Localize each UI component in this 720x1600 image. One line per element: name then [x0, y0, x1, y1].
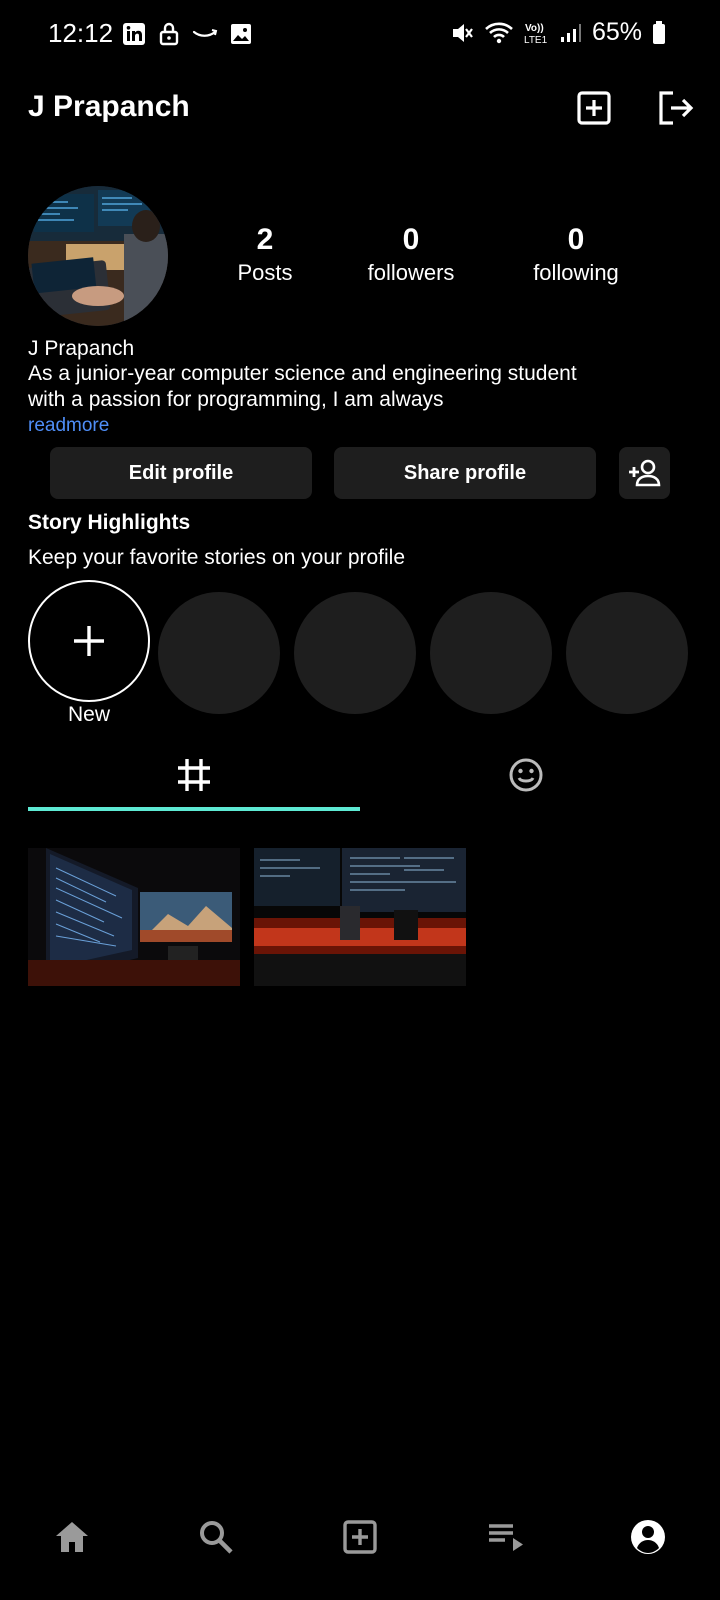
mute-icon — [452, 23, 473, 42]
nav-home[interactable] — [50, 1515, 94, 1559]
posts-label: Posts — [237, 260, 293, 285]
linkedin-icon — [123, 23, 145, 45]
nav-add[interactable] — [338, 1515, 382, 1559]
logout-button[interactable] — [656, 88, 696, 128]
tab-indicator — [28, 807, 360, 811]
status-time: 12:12 — [48, 18, 114, 48]
logout-icon — [659, 91, 694, 125]
add-post-button[interactable] — [574, 88, 614, 128]
post-thumbnail[interactable] — [254, 848, 466, 986]
status-left-icons — [122, 22, 252, 46]
followers-label: followers — [367, 260, 455, 285]
page-title: J Prapanch — [28, 90, 190, 123]
battery-text: 65% — [591, 18, 642, 46]
tagged-emoji-icon — [509, 758, 543, 792]
following-stat[interactable]: 0 following — [516, 222, 636, 288]
following-count: 0 — [567, 223, 585, 256]
share-profile-button[interactable]: Share profile — [334, 447, 596, 499]
home-icon — [56, 1522, 88, 1552]
search-icon — [200, 1521, 233, 1554]
highlights-title: Story Highlights — [28, 511, 191, 534]
nav-playlist[interactable] — [484, 1515, 528, 1559]
wifi-icon — [485, 22, 513, 43]
grid-icon — [178, 759, 210, 791]
highlight-placeholder — [294, 592, 416, 714]
nav-search[interactable] — [194, 1515, 238, 1559]
image-icon — [231, 24, 251, 44]
volte-icon: Vo))LTE1 — [524, 23, 548, 46]
add-post-icon — [577, 91, 611, 125]
post-image — [28, 848, 240, 986]
svg-text:LTE1: LTE1 — [524, 35, 548, 46]
amazon-icon — [192, 29, 218, 37]
profile-icon — [631, 1520, 665, 1554]
add-friend-button[interactable] — [619, 447, 670, 499]
profile-bio: As a junior-year computer science and en… — [28, 362, 577, 411]
highlight-placeholder — [430, 592, 552, 714]
battery-icon — [653, 20, 665, 44]
readmore-link[interactable]: readmore — [28, 415, 109, 437]
nav-profile[interactable] — [626, 1515, 670, 1559]
plus-icon — [74, 626, 104, 656]
status-right: Vo)) LTE1 65% — [450, 18, 666, 47]
lock-icon — [159, 22, 179, 46]
followers-count: 0 — [402, 223, 420, 256]
playlist-icon — [489, 1524, 523, 1551]
post-thumbnail[interactable] — [28, 848, 240, 986]
avatar-photo — [28, 186, 168, 326]
add-person-icon — [628, 459, 660, 487]
new-highlight-label: New — [67, 703, 110, 726]
profile-name: J Prapanch — [28, 337, 135, 360]
following-label: following — [533, 260, 619, 285]
tab-posts-grid[interactable] — [28, 748, 360, 802]
new-highlight-button[interactable] — [28, 580, 150, 702]
add-icon — [343, 1520, 377, 1554]
posts-count: 2 — [256, 223, 274, 256]
post-image — [254, 848, 466, 986]
tab-tagged[interactable] — [360, 748, 692, 802]
svg-text:Vo)): Vo)) — [525, 23, 544, 34]
highlight-placeholder — [158, 592, 280, 714]
signal-icon — [560, 23, 581, 42]
highlight-placeholder — [566, 592, 688, 714]
followers-stat[interactable]: 0 followers — [352, 222, 470, 288]
highlights-subtitle: Keep your favorite stories on your profi… — [28, 546, 406, 569]
avatar[interactable] — [28, 186, 168, 326]
edit-profile-button[interactable]: Edit profile — [50, 447, 312, 499]
posts-stat[interactable]: 2 Posts — [222, 222, 308, 288]
